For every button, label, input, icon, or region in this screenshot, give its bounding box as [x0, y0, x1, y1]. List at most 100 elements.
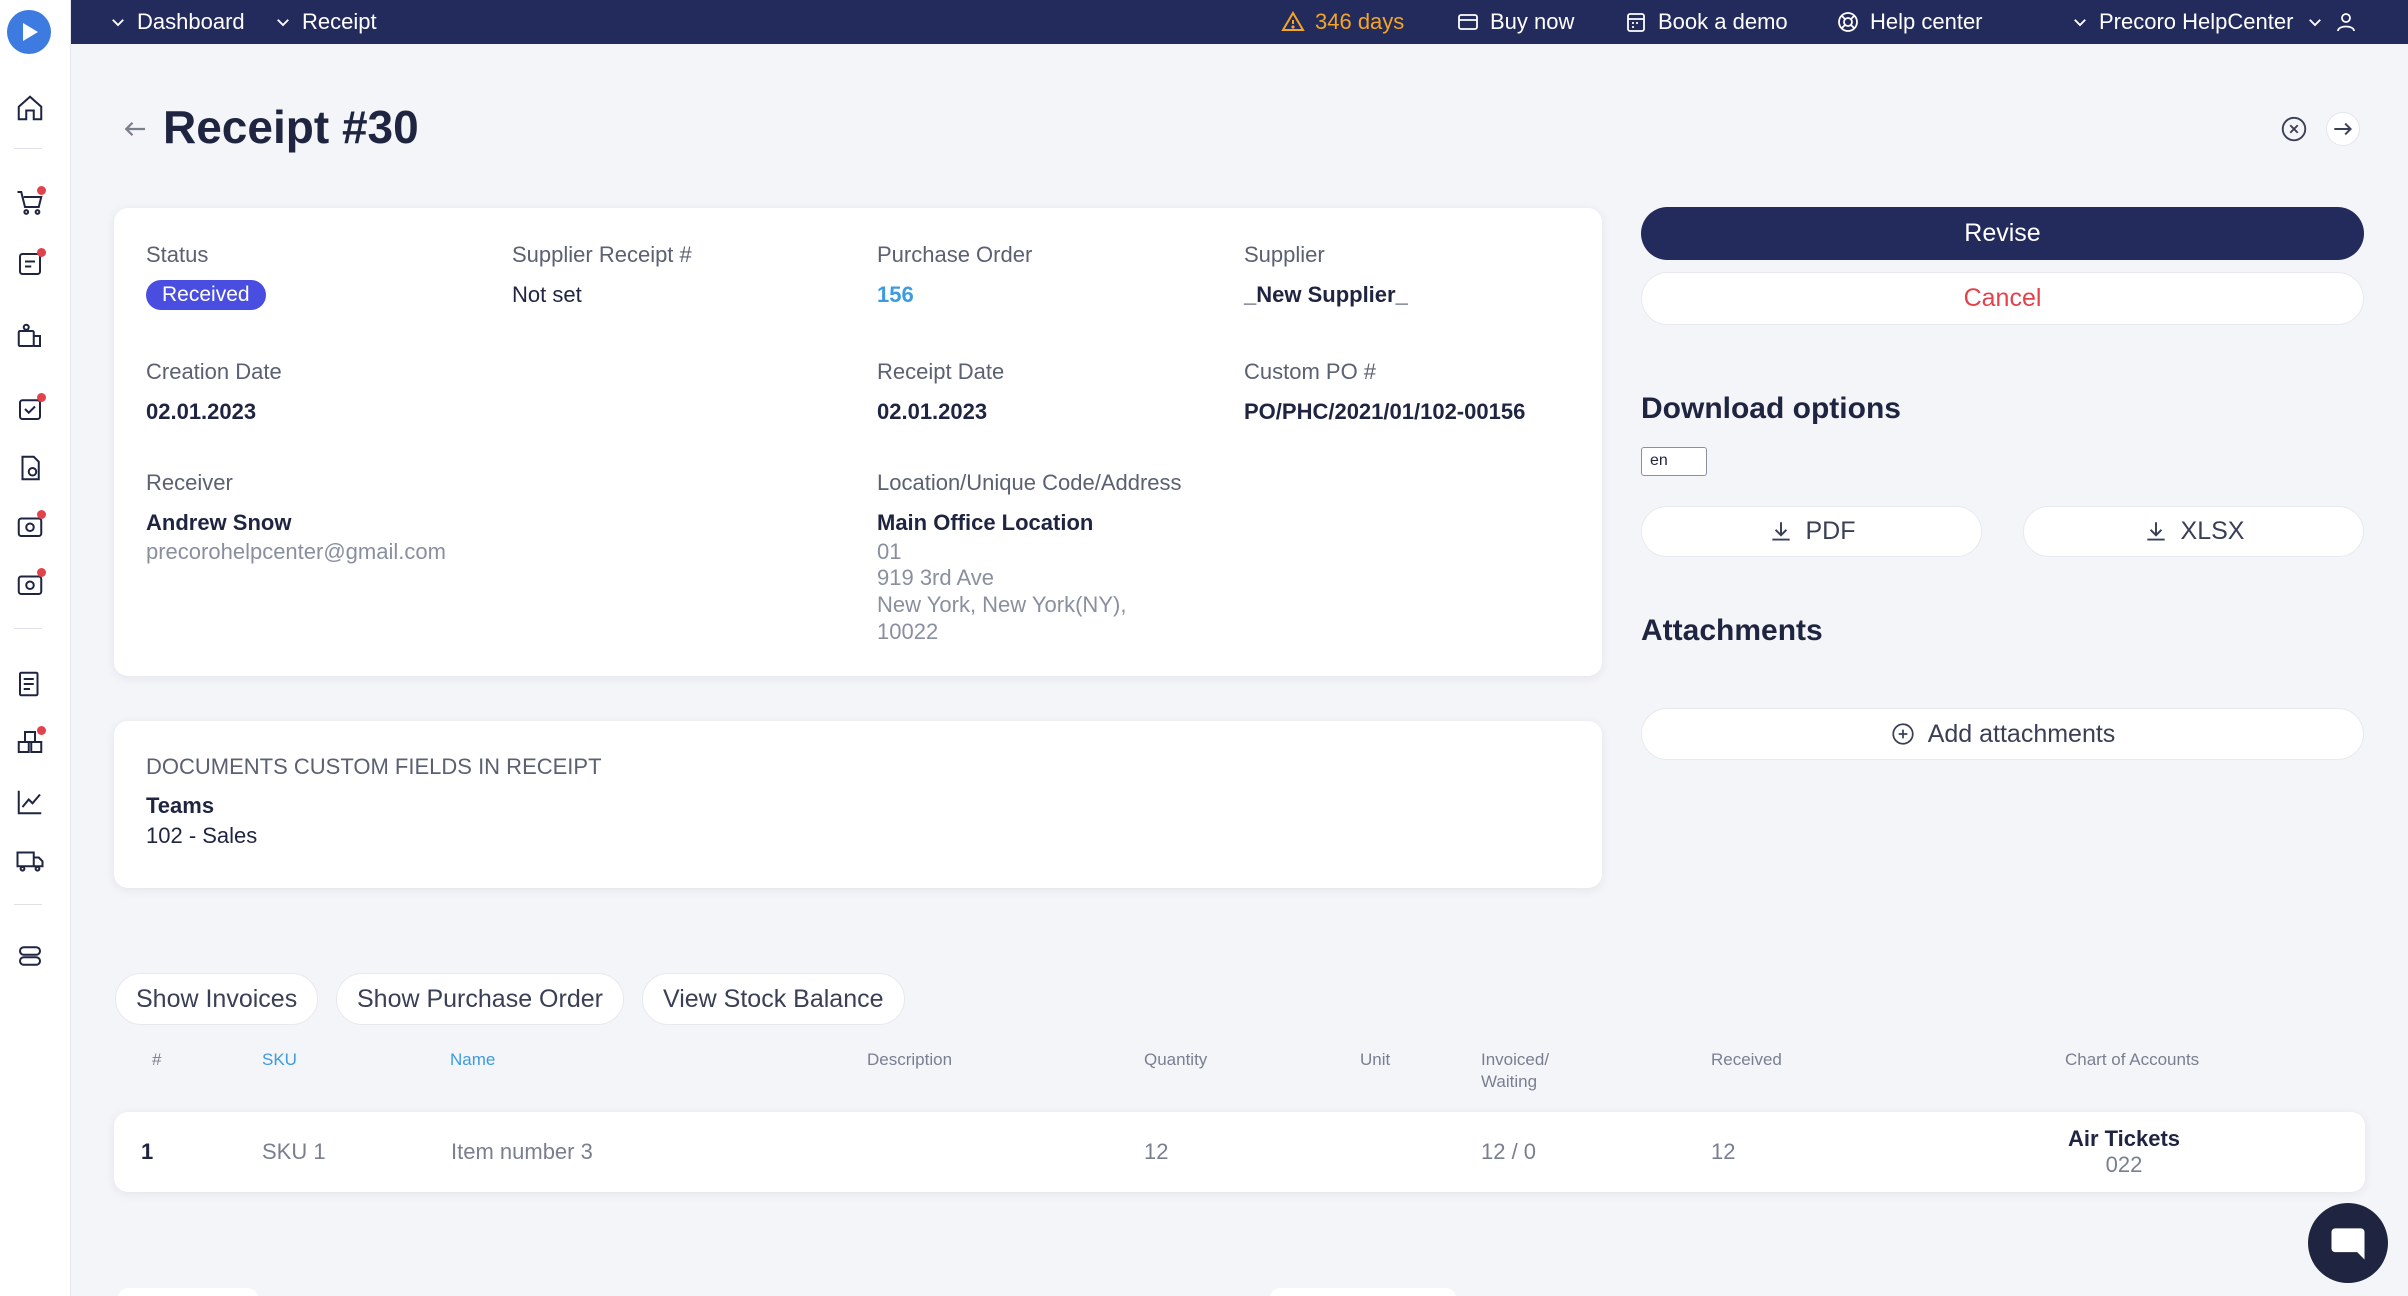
row-account-name: Air Tickets — [2067, 1126, 2181, 1151]
user-menu[interactable] — [2306, 0, 2358, 44]
buy-now-label: Buy now — [1490, 9, 1575, 34]
status-badge: Received — [146, 280, 266, 310]
budgets-icon[interactable] — [14, 668, 46, 700]
supplier-receipt-value: Not set — [512, 282, 582, 307]
column-header-unit: Unit — [1360, 1050, 1391, 1069]
receiver-email: precorohelpcenter@gmail.com — [146, 539, 446, 564]
row-sku: SKU 1 — [262, 1139, 326, 1164]
help-center-link[interactable]: Help center — [1836, 0, 1983, 44]
analytics-icon[interactable] — [14, 786, 46, 818]
column-header-sku[interactable]: SKU — [262, 1049, 297, 1071]
creation-date-value: 02.01.2023 — [146, 399, 257, 424]
chat-button[interactable] — [2308, 1203, 2388, 1283]
requests-icon[interactable] — [14, 248, 46, 280]
sidebar-divider — [14, 148, 42, 149]
trial-days-indicator[interactable]: 346 days — [1281, 0, 1404, 44]
home-icon[interactable] — [14, 92, 46, 124]
footer-card — [118, 1288, 258, 1296]
approvals-icon[interactable] — [14, 393, 46, 425]
cart-icon[interactable] — [14, 186, 46, 218]
book-demo-link[interactable]: Book a demo — [1624, 0, 1788, 44]
receiver-name: Andrew Snow — [146, 510, 292, 535]
xlsx-label: XLSX — [2180, 517, 2245, 545]
sidebar — [0, 0, 71, 1296]
column-header-name[interactable]: Name — [450, 1049, 495, 1071]
creation-date-label: Creation Date — [146, 359, 282, 384]
row-name: Item number 3 — [451, 1139, 593, 1164]
buy-now-link[interactable]: Buy now — [1456, 0, 1574, 44]
invoices-icon[interactable] — [14, 452, 46, 484]
location-label: Location/Unique Code/Address — [877, 470, 1182, 495]
company-switcher[interactable]: Precoro HelpCenter — [2071, 0, 2293, 44]
user-icon — [2337, 13, 2355, 32]
company-label: Precoro HelpCenter — [2099, 9, 2294, 34]
notification-dot — [37, 248, 46, 257]
notification-dot — [37, 726, 46, 735]
payments-icon[interactable] — [14, 568, 46, 600]
lifebuoy-icon — [1838, 12, 1858, 32]
back-arrow-icon[interactable] — [120, 114, 150, 144]
receipts-icon[interactable] — [14, 510, 46, 542]
close-document-button[interactable] — [2277, 112, 2311, 146]
row-invoiced-waiting: 12 / 0 — [1481, 1139, 1537, 1164]
status-label: Status — [146, 242, 209, 267]
suppliers-icon[interactable] — [14, 320, 46, 352]
download-icon — [2146, 521, 2165, 541]
download-pdf-button[interactable]: PDF — [1641, 506, 1982, 557]
column-header-chart-of-accounts: Chart of Accounts — [2065, 1050, 2200, 1069]
custom-po-value: PO/PHC/2021/01/102-00156 — [1244, 399, 1526, 424]
supplier-receipt-label: Supplier Receipt # — [512, 242, 692, 267]
arrow-right-icon — [2334, 122, 2352, 136]
breadcrumb-label: Dashboard — [137, 9, 245, 34]
footer-card — [1270, 1288, 1456, 1296]
trial-days-label: 346 days — [1315, 9, 1405, 34]
supplier-label: Supplier — [1244, 242, 1325, 267]
column-header-description: Description — [867, 1050, 953, 1069]
location-code: 01 — [877, 539, 902, 564]
view-stock-balance-button[interactable]: View Stock Balance — [642, 973, 905, 1025]
revise-button[interactable]: Revise — [1641, 207, 2364, 260]
table-row[interactable]: 1 SKU 1 Item number 3 12 12 / 0 12 Air T… — [114, 1112, 2365, 1192]
add-attachments-button[interactable]: Add attachments — [1641, 708, 2364, 760]
address-line: 10022 — [877, 619, 939, 644]
row-quantity: 12 — [1144, 1139, 1169, 1164]
chevron-down-icon — [2309, 19, 2321, 27]
pdf-label: PDF — [1805, 517, 1856, 545]
close-circle-icon — [2281, 116, 2307, 142]
purchase-order-label: Purchase Order — [877, 242, 1033, 267]
language-select[interactable]: en — [1641, 447, 1707, 476]
column-header-number: # — [152, 1050, 162, 1069]
warning-icon — [1281, 11, 1305, 31]
add-attachments-label: Add attachments — [1927, 719, 2116, 748]
download-options-title: Download options — [1641, 392, 1901, 425]
notification-dot — [37, 568, 46, 577]
precoro-logo[interactable] — [7, 10, 51, 54]
column-header-received: Received — [1711, 1050, 1782, 1069]
card-icon — [1458, 14, 1478, 30]
breadcrumb-receipt[interactable]: Receipt — [274, 0, 377, 44]
next-document-button[interactable] — [2326, 112, 2360, 146]
breadcrumb-dashboard[interactable]: Dashboard — [109, 0, 245, 44]
notification-dot — [37, 510, 46, 519]
receipt-date-value: 02.01.2023 — [877, 399, 988, 424]
column-header-waiting-line: Waiting — [1481, 1072, 1538, 1091]
receipt-date-label: Receipt Date — [877, 359, 1005, 384]
purchase-order-link[interactable]: 156 — [877, 282, 914, 308]
sidebar-divider — [14, 904, 42, 905]
download-xlsx-button[interactable]: XLSX — [2023, 506, 2364, 557]
cancel-button[interactable]: Cancel — [1641, 272, 2364, 325]
supplier-value: _New Supplier_ — [1244, 282, 1408, 307]
column-header-quantity: Quantity — [1144, 1050, 1208, 1069]
notification-dot — [37, 186, 46, 195]
delivery-icon[interactable] — [14, 844, 46, 876]
settings-icon[interactable] — [14, 940, 46, 972]
warehouse-icon[interactable] — [14, 726, 46, 758]
book-demo-label: Book a demo — [1658, 9, 1788, 34]
show-purchase-order-button[interactable]: Show Purchase Order — [336, 973, 624, 1025]
show-invoices-button[interactable]: Show Invoices — [115, 973, 319, 1025]
calendar-icon — [1627, 13, 1645, 32]
location-name: Main Office Location — [877, 510, 1094, 535]
notification-dot — [37, 393, 46, 402]
custom-fields-card: DOCUMENTS CUSTOM FIELDS IN RECEIPT Teams… — [114, 721, 1602, 888]
plus-circle-icon — [1892, 723, 1914, 745]
